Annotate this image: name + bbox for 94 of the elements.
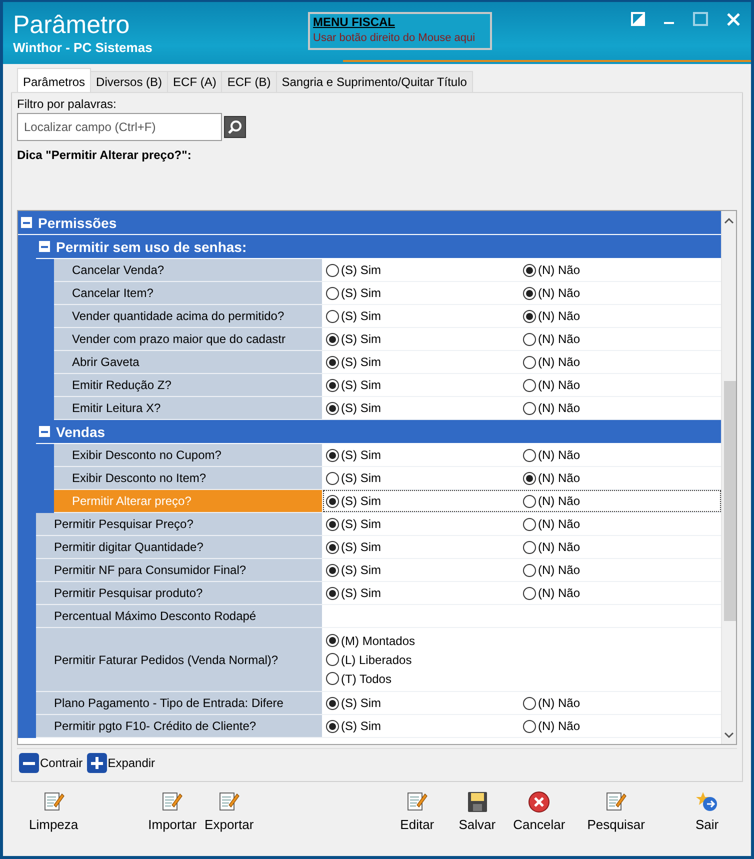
cancel-icon <box>527 790 552 814</box>
toolbar-button[interactable]: Editar <box>389 788 446 838</box>
tab[interactable]: Sangria e Suprimento/Quitar Título <box>276 71 473 92</box>
radio-option[interactable]: (N) Não <box>523 398 720 418</box>
radio-option[interactable]: (N) Não <box>523 583 720 603</box>
radio-option[interactable]: (N) Não <box>523 329 720 349</box>
plus-icon <box>86 753 107 773</box>
radio-option[interactable]: (N) Não <box>523 716 720 736</box>
collapse-all-button[interactable]: Contrair <box>19 753 83 773</box>
parameter-label[interactable]: Percentual Máximo Desconto Rodapé <box>36 605 323 627</box>
parameter-label[interactable]: Cancelar Venda? <box>54 259 323 281</box>
toolbar-button[interactable]: Importar <box>144 788 201 838</box>
parameter-label[interactable]: Permitir digitar Quantidade? <box>36 536 323 558</box>
radio-option[interactable]: (N) Não <box>523 693 720 713</box>
parameter-label[interactable]: Cancelar Item? <box>54 282 323 304</box>
collapse-icon[interactable] <box>21 217 32 228</box>
radio-option[interactable]: (N) Não <box>523 468 720 488</box>
radio-option[interactable]: (N) Não <box>523 560 720 580</box>
restore-icon[interactable] <box>631 12 645 26</box>
radio-option[interactable]: (S) Sim <box>326 445 523 465</box>
tip-heading: Dica "Permitir Alterar preço?": <box>17 148 192 164</box>
parameter-label[interactable]: Plano Pagamento - Tipo de Entrada: Difere <box>36 692 323 714</box>
toolbar-button[interactable]: Exportar <box>200 788 258 838</box>
radio-option[interactable]: (S) Sim <box>326 693 523 713</box>
radio-option[interactable]: (S) Sim <box>326 329 523 349</box>
parameter-label[interactable]: Permitir NF para Consumidor Final? <box>36 559 323 581</box>
toolbar-button[interactable]: Sair <box>679 788 735 838</box>
radio-option[interactable]: (S) Sim <box>326 352 523 372</box>
window-title: Parâmetro <box>13 10 131 40</box>
fiscal-menu-panel[interactable]: MENU FISCAL Usar botão direito do Mouse aqui <box>308 12 492 50</box>
radio-option[interactable]: (N) Não <box>523 375 720 395</box>
parameter-label[interactable]: Permitir Pesquisar produto? <box>36 582 323 604</box>
radio-option[interactable]: (S) Sim <box>326 306 523 326</box>
radio-option[interactable]: (N) Não <box>523 306 720 326</box>
collapse-icon[interactable] <box>39 426 50 437</box>
radio-option[interactable]: (N) Não <box>523 514 720 534</box>
parameter-label[interactable]: Emitir Redução Z? <box>54 374 323 396</box>
minus-icon <box>19 753 39 773</box>
collapse-icon[interactable] <box>39 241 50 252</box>
parameter-label[interactable]: Permitir Pesquisar Preço? <box>36 513 323 535</box>
expand-all-button[interactable]: Expandir <box>86 753 156 773</box>
search-icon <box>227 119 243 135</box>
group-title: Permissões <box>38 214 117 230</box>
radio-option[interactable]: (S) Sim <box>326 375 523 395</box>
radio-option[interactable]: (S) Sim <box>326 283 523 303</box>
radio-option[interactable]: (S) Sim <box>326 491 523 511</box>
parameter-label[interactable]: Vender com prazo maior que do cadastr <box>54 328 323 350</box>
search-field[interactable]: Localizar campo (Ctrl+F) <box>17 113 222 141</box>
filter-label: Filtro por palavras: <box>17 97 118 111</box>
fiscal-menu-hint: Usar botão direito do Mouse aqui <box>313 32 476 44</box>
parameter-label[interactable]: Vender quantidade acima do permitido? <box>54 305 323 327</box>
radio-option[interactable]: (S) Sim <box>326 514 523 534</box>
scroll-down-icon[interactable] <box>723 730 735 740</box>
scroll-up-icon[interactable] <box>723 216 735 226</box>
tab[interactable]: Parâmetros <box>17 68 92 92</box>
parameter-label[interactable]: Exibir Desconto no Item? <box>54 467 323 489</box>
radio-option[interactable]: (N) Não <box>523 283 720 303</box>
parameter-label[interactable]: Permitir Faturar Pedidos (Venda Normal)? <box>36 628 323 691</box>
search-button[interactable] <box>224 116 246 138</box>
group-title: Vendas <box>56 424 106 440</box>
parameter-label[interactable]: Emitir Leitura X? <box>54 397 323 419</box>
star-globe-icon <box>695 790 719 814</box>
group-header[interactable]: Permissões <box>18 211 721 235</box>
radio-option[interactable]: (N) Não <box>523 352 720 372</box>
parameter-label[interactable]: Exibir Desconto no Cupom? <box>54 444 323 466</box>
scrollbar-thumb[interactable] <box>724 381 736 621</box>
tab[interactable]: Diversos (B) <box>90 71 168 92</box>
radio-option[interactable]: (S) Sim <box>326 468 523 488</box>
toolbar-button[interactable]: Salvar <box>449 788 506 838</box>
parameter-label[interactable]: Abrir Gaveta <box>54 351 323 373</box>
radio-option[interactable]: (S) Sim <box>326 260 523 280</box>
tab[interactable]: ECF (B) <box>221 71 277 92</box>
radio-option[interactable]: (S) Sim <box>326 583 523 603</box>
radio-option[interactable]: (N) Não <box>523 260 720 280</box>
radio-option[interactable]: (N) Não <box>523 537 720 557</box>
group-title: Permitir sem uso de senhas: <box>56 238 247 254</box>
toolbar-button[interactable]: Cancelar <box>509 788 570 838</box>
radio-option[interactable]: (S) Sim <box>326 716 523 736</box>
toolbar-button[interactable]: Limpeza <box>25 788 82 838</box>
radio-option[interactable]: (L) Liberados <box>326 650 523 669</box>
radio-option[interactable]: (M) Montados <box>326 631 523 650</box>
radio-option[interactable]: (S) Sim <box>326 537 523 557</box>
parameter-label[interactable]: Permitir pgto F10- Crédito de Cliente? <box>36 715 323 737</box>
toolbar-button[interactable]: Pesquisar <box>583 788 649 838</box>
fiscal-menu-title: MENU FISCAL <box>313 15 395 29</box>
radio-option[interactable]: (S) Sim <box>326 560 523 580</box>
radio-option[interactable]: (N) Não <box>523 491 720 511</box>
radio-option[interactable]: (T) Todos <box>326 669 523 688</box>
radio-option[interactable]: (S) Sim <box>326 398 523 418</box>
save-icon <box>465 790 490 814</box>
window-subtitle: Winthor - PC Sistemas <box>13 40 154 55</box>
radio-option[interactable]: (N) Não <box>523 445 720 465</box>
close-icon[interactable] <box>726 12 741 27</box>
tab[interactable]: ECF (A) <box>167 71 222 92</box>
